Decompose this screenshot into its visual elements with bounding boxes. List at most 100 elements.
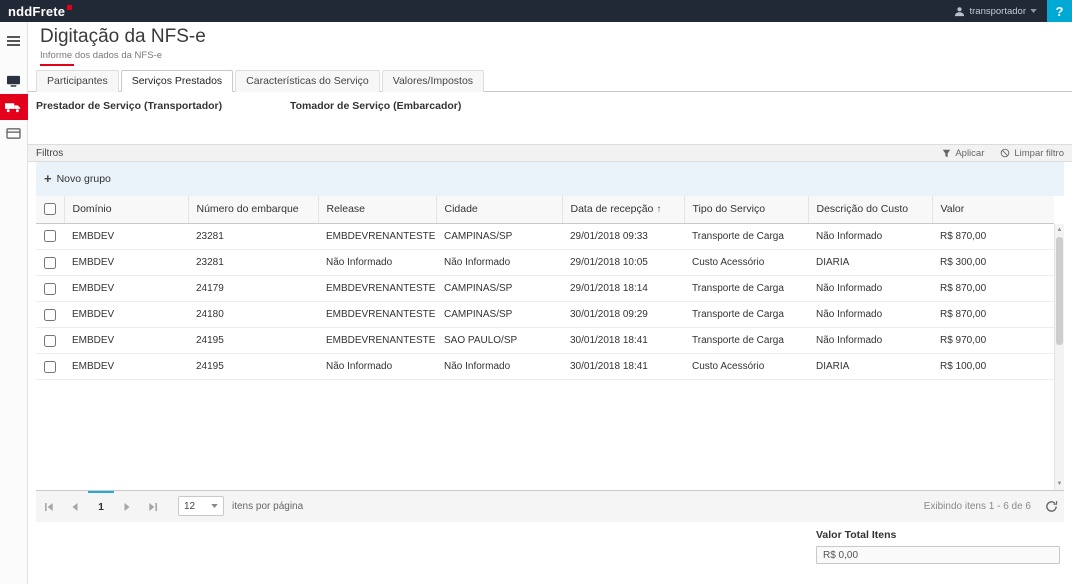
column-header-valor[interactable]: Valor [932,196,1054,223]
sort-asc-icon: ↑ [656,204,661,215]
cell-descricao-custo: DIARIA [808,250,932,276]
page-subtitle: Informe dos dados da NFS-e [40,50,1072,61]
monitor-icon [6,75,21,88]
topbar-right: transportador ? [944,0,1072,22]
grid: + Novo grupo Domínio Número do embarque … [36,162,1064,490]
cell-release: Não Informado [318,250,436,276]
tab-servicos-prestados[interactable]: Serviços Prestados [121,70,233,92]
new-group-button[interactable]: + Novo grupo [44,173,111,185]
clear-filter-label: Limpar filtro [1014,148,1064,159]
cell-cidade: Não Informado [436,250,562,276]
scroll-up-arrow[interactable]: ▲ [1055,225,1064,235]
cell-cidade: Não Informado [436,354,562,380]
page-title: Digitação da NFS-e [40,26,1072,48]
row-checkbox[interactable] [44,309,56,321]
row-checkbox[interactable] [44,230,56,242]
row-checkbox[interactable] [44,257,56,269]
refresh-button[interactable] [1043,500,1060,513]
user-menu[interactable]: transportador [944,0,1047,22]
row-checkbox[interactable] [44,283,56,295]
cell-numero-embarque: 23281 [188,224,318,250]
tab-caracteristicas[interactable]: Características do Serviço [235,70,380,92]
header-row: Domínio Número do embarque Release Cidad… [36,196,1054,223]
cell-descricao-custo: Não Informado [808,224,932,250]
last-page-button[interactable] [140,491,166,522]
first-page-button[interactable] [36,491,62,522]
cell-dominio: EMBDEV [64,354,188,380]
total-items-label: Valor Total Itens [816,529,1060,541]
page-number-button[interactable]: 1 [88,491,114,522]
sidebar-item-monitor[interactable] [0,68,28,94]
sidebar-menu-toggle[interactable] [0,28,28,54]
row-checkbox-cell [36,250,64,276]
tabstrip: Participantes Serviços Prestados Caracte… [28,70,1072,92]
cell-dominio: EMBDEV [64,224,188,250]
cell-release: Não Informado [318,354,436,380]
row-checkbox[interactable] [44,361,56,373]
user-icon [954,6,965,17]
table-row[interactable]: EMBDEV 24180 EMBDEVRENANTESTE117 CAMPINA… [36,302,1054,328]
previous-page-button[interactable] [62,491,88,522]
cell-data-recepcao: 29/01/2018 09:33 [562,224,684,250]
cell-data-recepcao: 29/01/2018 10:05 [562,250,684,276]
pager-status: Exibindo itens 1 - 6 de 6 [924,501,1031,512]
scroll-down-arrow[interactable]: ▼ [1055,479,1064,489]
column-header-data-recepcao[interactable]: Data de recepção↑ [562,196,684,223]
cell-descricao-custo: Não Informado [808,276,932,302]
card-icon [6,127,21,140]
table-row[interactable]: EMBDEV 24195 Não Informado Não Informado… [36,354,1054,380]
sidebar-item-payments[interactable] [0,120,28,146]
table-row[interactable]: EMBDEV 23281 EMBDEVRENANTESTE115 CAMPINA… [36,224,1054,250]
row-checkbox-cell [36,224,64,250]
column-header-cidade[interactable]: Cidade [436,196,562,223]
filters-bar: Filtros Aplicar Limpar filtro [28,144,1072,162]
clear-filter-button[interactable]: Limpar filtro [1000,148,1064,159]
accent-bar [40,64,74,66]
grid-header-table: Domínio Número do embarque Release Cidad… [36,196,1054,224]
cell-cidade: CAMPINAS/SP [436,302,562,328]
column-header-release[interactable]: Release [318,196,436,223]
tomador-section-label: Tomador de Serviço (Embarcador) [290,100,461,112]
next-page-button[interactable] [114,491,140,522]
tab-valores-impostos[interactable]: Valores/Impostos [382,70,484,92]
cell-tipo-servico: Custo Acessório [684,354,808,380]
column-header-dominio[interactable]: Domínio [64,196,188,223]
sidebar-item-frete[interactable] [0,94,28,120]
row-checkbox-cell [36,276,64,302]
help-button[interactable]: ? [1047,0,1072,22]
grid-toolbar: + Novo grupo [36,162,1064,196]
page-size-dropdown[interactable]: 12 [178,496,224,516]
cell-data-recepcao: 30/01/2018 09:29 [562,302,684,328]
tab-participantes[interactable]: Participantes [36,70,119,92]
scrollbar-thumb[interactable] [1056,237,1063,345]
table-row[interactable]: EMBDEV 23281 Não Informado Não Informado… [36,250,1054,276]
cell-cidade: CAMPINAS/SP [436,276,562,302]
cell-data-recepcao: 30/01/2018 18:41 [562,328,684,354]
total-items-input[interactable] [816,546,1060,564]
vertical-scrollbar[interactable]: ▲ ▼ [1054,224,1064,490]
cell-valor: R$ 870,00 [932,276,1054,302]
apply-filter-button[interactable]: Aplicar [942,148,984,159]
row-checkbox-cell [36,302,64,328]
cell-cidade: SAO PAULO/SP [436,328,562,354]
table-row[interactable]: EMBDEV 24179 EMBDEVRENANTESTE116 CAMPINA… [36,276,1054,302]
row-checkbox[interactable] [44,335,56,347]
apply-filter-label: Aplicar [955,148,984,159]
topbar: nddFrete transportador ? [0,0,1072,22]
column-header-tipo-servico[interactable]: Tipo do Serviço [684,196,808,223]
cell-numero-embarque: 23281 [188,250,318,276]
funnel-icon [942,149,951,158]
cell-tipo-servico: Transporte de Carga [684,302,808,328]
column-header-numero-embarque[interactable]: Número do embarque [188,196,318,223]
cell-valor: R$ 100,00 [932,354,1054,380]
cell-valor: R$ 970,00 [932,328,1054,354]
cell-dominio: EMBDEV [64,302,188,328]
table-row[interactable]: EMBDEV 24195 EMBDEVRENANTESTE120 SAO PAU… [36,328,1054,354]
plus-icon: + [44,174,52,184]
cell-numero-embarque: 24179 [188,276,318,302]
menu-icon [7,36,20,46]
select-all-checkbox[interactable] [44,203,56,215]
cell-release: EMBDEVRENANTESTE115 [318,224,436,250]
cell-release: EMBDEVRENANTESTE117 [318,302,436,328]
column-header-descricao-custo[interactable]: Descrição do Custo [808,196,932,223]
